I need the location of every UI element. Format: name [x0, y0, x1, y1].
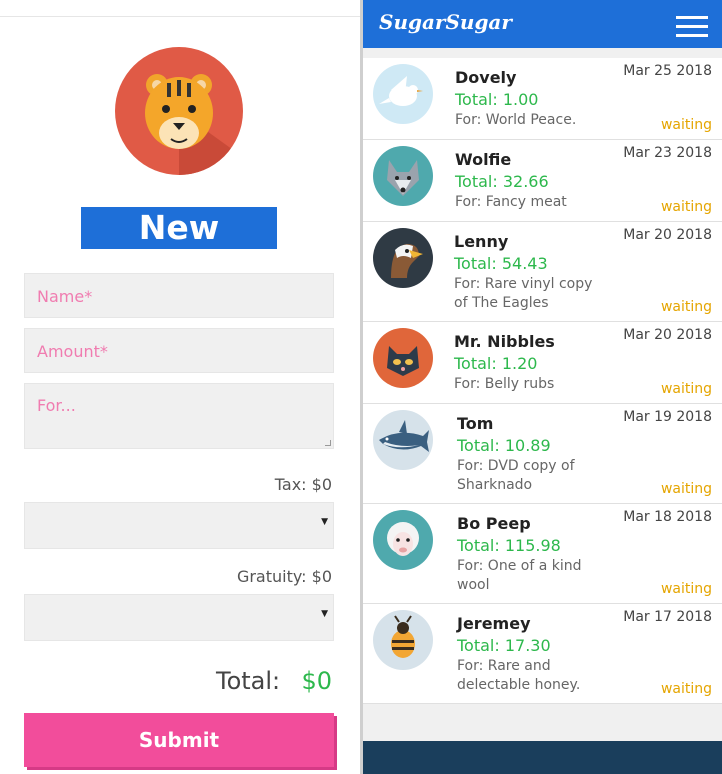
item-date: Mar 20 2018: [623, 327, 712, 343]
item-name: Bo Peep: [457, 514, 531, 533]
app-header: SugarSugar: [363, 0, 722, 48]
list-item[interactable]: Jeremey Total: 17.30 For: Rare and delec…: [363, 604, 722, 704]
item-total: Total: 1.20: [454, 354, 538, 373]
list-item[interactable]: Dovely Total: 1.00 For: World Peace. Mar…: [363, 58, 722, 140]
list-item[interactable]: Tom Total: 10.89 For: DVD copy of Sharkn…: [363, 404, 722, 504]
new-sugar-title: New Sugar: [81, 207, 277, 289]
item-total: Total: 17.30: [457, 636, 551, 655]
item-status: waiting: [660, 117, 712, 133]
menu-icon[interactable]: [676, 16, 708, 37]
item-for: For: Fancy meat: [455, 194, 567, 210]
dove-icon: [373, 64, 433, 124]
item-name: Wolfie: [455, 150, 512, 169]
item-date: Mar 23 2018: [623, 145, 712, 161]
dropdown-arrow-icon: ▼: [321, 517, 328, 527]
item-status: waiting: [660, 381, 712, 397]
for-textarea[interactable]: For...: [24, 383, 334, 449]
list-item[interactable]: Lenny Total: 54.43 For: Rare vinyl copy …: [363, 222, 722, 322]
cat-icon: [373, 328, 433, 388]
item-date: Mar 18 2018: [623, 509, 712, 525]
sheep-icon: [373, 510, 433, 570]
tiger-icon: [145, 74, 243, 175]
gratuity-select[interactable]: ▼: [24, 594, 334, 641]
item-name: Mr. Nibbles: [454, 332, 555, 351]
item-total: Total: 115.98: [457, 536, 561, 555]
wolf-icon: [373, 146, 433, 206]
item-for: For: Rare and delectable honey.: [457, 658, 581, 693]
list-item[interactable]: Wolfie Total: 32.66 For: Fancy meat Mar …: [363, 140, 722, 222]
list-item[interactable]: Bo Peep Total: 115.98 For: One of a kind…: [363, 504, 722, 604]
item-status: waiting: [660, 299, 712, 315]
eagle-icon: [373, 228, 433, 288]
app-logo[interactable]: SugarSugar: [379, 10, 512, 34]
tax-label: Tax: $0: [274, 475, 332, 494]
resize-handle-icon[interactable]: [325, 440, 331, 446]
new-sugar-form: New Sugar Name* Amount* For... Tax: $0 ▼…: [0, 17, 360, 774]
total-label: Total:: [216, 667, 281, 695]
item-for: For: One of a kind wool: [457, 558, 582, 593]
tiger-avatar: [115, 47, 243, 175]
item-status: waiting: [660, 481, 712, 497]
left-top-strip: [0, 0, 360, 17]
item-total: Total: 54.43: [454, 254, 548, 273]
shark-icon: [373, 410, 433, 470]
item-total: Total: 32.66: [455, 172, 549, 191]
item-date: Mar 17 2018: [623, 609, 712, 625]
amount-input[interactable]: Amount*: [24, 328, 334, 373]
submit-button[interactable]: Submit: [24, 713, 334, 767]
item-for: For: Rare vinyl copy of The Eagles: [454, 276, 593, 311]
item-date: Mar 20 2018: [623, 227, 712, 243]
item-date: Mar 25 2018: [623, 63, 712, 79]
dropdown-arrow-icon: ▼: [321, 609, 328, 619]
item-name: Tom: [457, 414, 494, 433]
new-sugar-panel: New Sugar Name* Amount* For... Tax: $0 ▼…: [0, 0, 362, 774]
item-status: waiting: [660, 199, 712, 215]
item-for: For: World Peace.: [455, 112, 577, 128]
bee-icon: [373, 610, 433, 670]
item-for: For: DVD copy of Sharknado: [457, 458, 575, 493]
for-placeholder: For...: [37, 396, 76, 415]
sugar-list-panel: SugarSugar Dovely Total: 1.00 For: World…: [363, 0, 722, 774]
app-root: New Sugar Name* Amount* For... Tax: $0 ▼…: [0, 0, 722, 774]
item-total: Total: 1.00: [455, 90, 539, 109]
item-status: waiting: [660, 681, 712, 697]
list-item[interactable]: Mr. Nibbles Total: 1.20 For: Belly rubs …: [363, 322, 722, 404]
name-input[interactable]: Name*: [24, 273, 334, 318]
total-value: $0: [301, 667, 332, 695]
item-name: Jeremey: [457, 614, 531, 633]
item-date: Mar 19 2018: [623, 409, 712, 425]
tax-select[interactable]: ▼: [24, 502, 334, 549]
item-name: Dovely: [455, 68, 517, 87]
item-status: waiting: [660, 581, 712, 597]
item-name: Lenny: [454, 232, 509, 251]
item-total: Total: 10.89: [457, 436, 551, 455]
sugar-list: Dovely Total: 1.00 For: World Peace. Mar…: [363, 58, 722, 704]
name-placeholder: Name*: [37, 287, 93, 306]
amount-placeholder: Amount*: [37, 342, 108, 361]
gratuity-label: Gratuity: $0: [236, 567, 332, 586]
item-for: For: Belly rubs: [454, 376, 555, 392]
bottom-bar: [363, 741, 722, 774]
